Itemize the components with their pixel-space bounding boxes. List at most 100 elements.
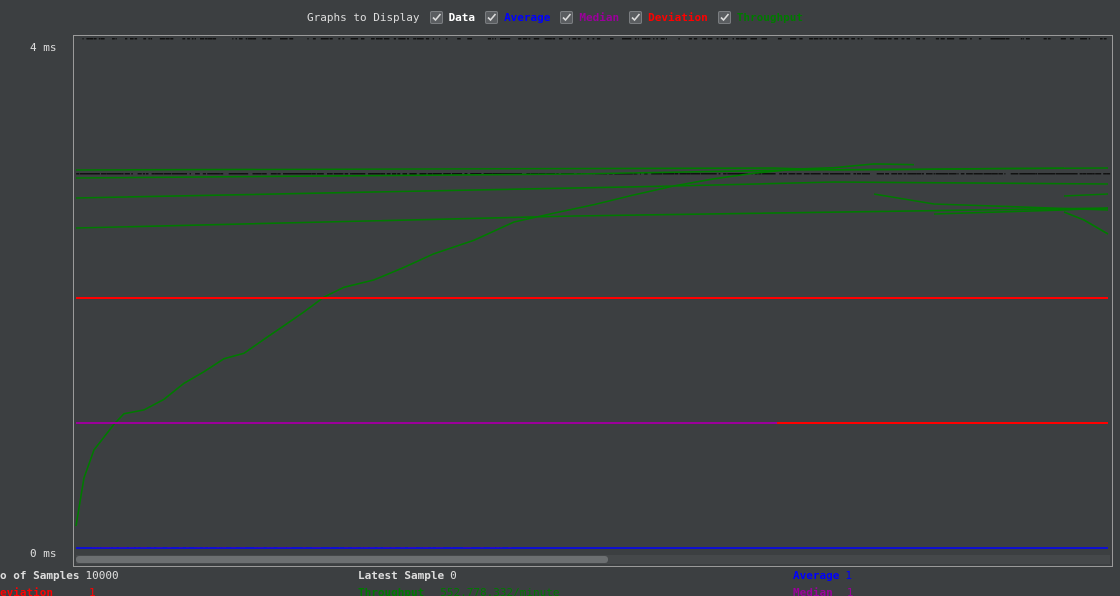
data-point — [1104, 38, 1107, 40]
latest-sample-value: 0 — [450, 569, 457, 582]
scrollbar-thumb[interactable] — [76, 556, 608, 563]
data-point — [1021, 38, 1022, 40]
data-point — [690, 173, 694, 175]
data-point — [534, 38, 537, 40]
data-point — [833, 38, 837, 40]
median-stat: Median 1 — [793, 586, 853, 596]
checkmark-icon — [630, 12, 641, 23]
data-point — [313, 38, 316, 40]
samples-label: o of Samples — [0, 569, 79, 582]
data-point — [423, 38, 424, 40]
data-point — [823, 173, 825, 175]
data-point — [971, 173, 972, 175]
latest-sample-label: Latest Sample — [358, 569, 444, 582]
throughput-checkbox[interactable] — [718, 11, 731, 24]
data-point — [907, 173, 909, 175]
deviation-checkbox[interactable] — [629, 11, 642, 24]
data-point — [246, 173, 249, 175]
data-point — [84, 173, 88, 175]
data-point — [170, 173, 171, 175]
y-axis-max-label: 4 ms — [30, 41, 57, 54]
data-point — [622, 38, 626, 40]
data-point — [319, 173, 322, 175]
data-checkbox[interactable] — [430, 11, 443, 24]
data-point — [819, 38, 822, 40]
data-point — [94, 38, 97, 40]
data-point — [289, 173, 292, 175]
data-point — [894, 173, 897, 175]
data-point — [717, 38, 719, 40]
data-point — [1025, 173, 1028, 175]
data-point — [160, 38, 163, 40]
data-point — [941, 173, 944, 175]
data-point — [112, 38, 115, 40]
data-point — [200, 38, 204, 40]
data-point — [663, 173, 664, 175]
data-point — [861, 38, 863, 40]
data-point — [285, 38, 288, 40]
data-point — [918, 173, 921, 175]
graph-canvas — [73, 35, 1113, 567]
data-point — [330, 173, 332, 175]
deviation-checkbox-group[interactable]: Deviation — [629, 11, 708, 24]
median-checkbox-group[interactable]: Median — [560, 11, 619, 24]
data-point — [99, 38, 101, 40]
data-point — [829, 38, 832, 40]
data-point — [896, 38, 898, 40]
data-point — [941, 38, 945, 40]
data-point — [414, 173, 416, 175]
data-point — [833, 173, 836, 175]
average-checkbox-group[interactable]: Average — [485, 11, 550, 24]
data-point — [91, 38, 93, 40]
data-checkbox-group[interactable]: Data — [430, 11, 476, 24]
data-point — [858, 173, 859, 175]
data-point — [587, 38, 589, 40]
samples-value: 10000 — [85, 569, 118, 582]
data-point — [398, 38, 401, 40]
data-point — [1057, 173, 1059, 175]
data-point — [208, 38, 210, 40]
data-point — [428, 173, 429, 175]
data-point — [781, 173, 782, 175]
throughput-line — [874, 194, 1108, 210]
horizontal-scrollbar[interactable] — [76, 555, 1110, 564]
data-point — [1103, 173, 1107, 175]
data-point — [719, 173, 721, 175]
data-point — [170, 38, 173, 40]
data-point — [816, 38, 818, 40]
graphs-to-display-bar: Graphs to Display Data Average Median De… — [0, 8, 1120, 26]
median-checkbox[interactable] — [560, 11, 573, 24]
data-point — [694, 38, 697, 40]
data-point — [954, 173, 956, 175]
data-point — [882, 173, 885, 175]
deviation-label: eviation — [0, 586, 53, 596]
average-value: 1 — [845, 569, 852, 582]
data-point — [970, 38, 972, 40]
data-point — [689, 38, 692, 40]
data-point — [874, 38, 878, 40]
average-checkbox[interactable] — [485, 11, 498, 24]
data-point — [307, 173, 310, 175]
data-point — [1085, 173, 1087, 175]
data-point — [285, 173, 286, 175]
data-point — [104, 173, 107, 175]
data-point — [250, 38, 253, 40]
data-point — [852, 38, 855, 40]
data-point — [934, 173, 935, 175]
data-point — [1011, 173, 1015, 175]
data-point — [1002, 38, 1006, 40]
data-point — [242, 173, 243, 175]
data-point — [297, 173, 300, 175]
data-point — [845, 38, 849, 40]
data-point — [665, 173, 666, 175]
data-point — [229, 173, 230, 175]
data-point — [825, 38, 827, 40]
data-point — [913, 173, 917, 175]
data-point — [384, 173, 385, 175]
data-point — [773, 173, 776, 175]
data-point — [1093, 173, 1095, 175]
data-point — [859, 173, 861, 175]
data-point — [368, 173, 370, 175]
data-point — [376, 38, 380, 40]
throughput-checkbox-group[interactable]: Throughput — [718, 11, 803, 24]
